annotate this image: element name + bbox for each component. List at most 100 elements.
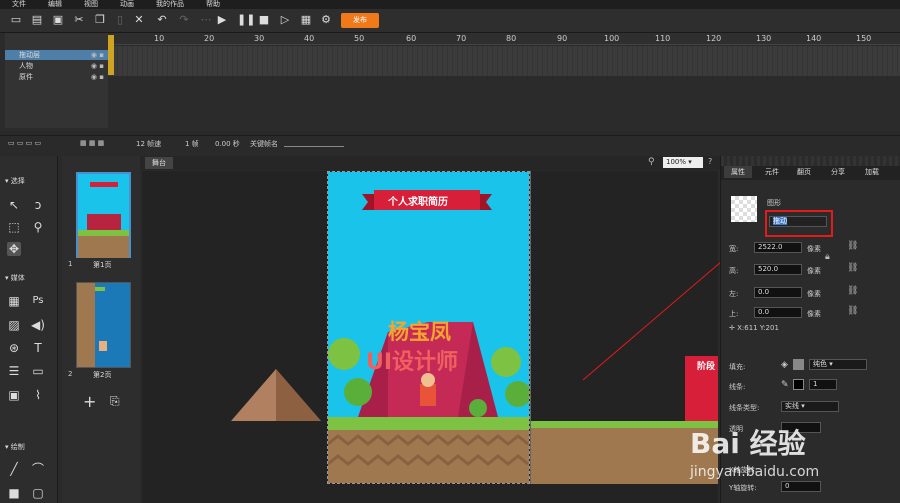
stop-icon[interactable]: ■: [258, 14, 270, 26]
layer-item[interactable]: 原件 ◉ ▪: [5, 72, 108, 82]
page-label: 第2页: [93, 371, 112, 379]
frame-tools-icon[interactable]: ▦ ▦ ▦: [80, 139, 104, 147]
grid-icon[interactable]: ▦: [7, 294, 21, 308]
more-icon[interactable]: ⋯: [200, 14, 212, 26]
stroke-width-input[interactable]: 1: [809, 379, 837, 390]
curve-tool-icon[interactable]: ⌒: [31, 462, 45, 476]
text-icon[interactable]: T: [31, 341, 45, 355]
link-icon[interactable]: ⛓: [847, 306, 858, 316]
zoom-search-icon[interactable]: ⚲: [31, 220, 45, 234]
menu-animation[interactable]: 动画: [120, 0, 134, 9]
pause-icon[interactable]: ❚❚: [237, 14, 255, 26]
code-icon[interactable]: ▣: [7, 388, 21, 402]
layer-item[interactable]: 拖动层 ◉ ▪: [5, 50, 108, 60]
qr-code-icon[interactable]: ▦: [300, 14, 312, 26]
fill-type-select[interactable]: 纯色 ▾: [809, 359, 867, 370]
select-section-title: ▾ 选择: [5, 177, 25, 185]
rounded-rect-icon[interactable]: ▢: [31, 486, 45, 500]
width-input[interactable]: 2522.0: [754, 242, 802, 253]
new-file-icon[interactable]: ▭: [10, 14, 22, 26]
zoom-value: 100%: [666, 158, 687, 166]
eye-lock-icon[interactable]: ◉ ▪: [91, 50, 104, 60]
delete-icon[interactable]: ✕: [133, 14, 145, 26]
publish-button[interactable]: 发布: [341, 13, 379, 28]
image-icon[interactable]: ▨: [7, 318, 21, 332]
keyframe-name-input[interactable]: [284, 146, 344, 147]
lasso-icon[interactable]: ↄ: [31, 198, 45, 212]
timeline-status-bar: ▭ ▭ ▭ ▭ ▦ ▦ ▦ 12 帧速 1 帧 0.00 秒 关键帧名: [0, 135, 900, 150]
tab-page-turn[interactable]: 翻页: [790, 166, 818, 178]
tab-components[interactable]: 元件: [758, 166, 786, 178]
photoshop-icon[interactable]: Ps: [31, 294, 45, 308]
settings-icon[interactable]: ⚙: [320, 14, 332, 26]
link-icon[interactable]: ⛓: [847, 286, 858, 296]
menu-view[interactable]: 视图: [84, 0, 98, 9]
top-input[interactable]: 0.0: [754, 307, 802, 318]
page-thumbnail-1[interactable]: [76, 172, 131, 258]
paste-icon[interactable]: ▯: [114, 14, 126, 26]
link-icon[interactable]: ⛓: [847, 241, 858, 251]
rect-tool-icon[interactable]: ■: [7, 486, 21, 500]
playhead[interactable]: [108, 35, 114, 75]
menu-bar: 文件 编辑 视图 动画 我的作品 帮助: [0, 0, 900, 9]
sound-icon[interactable]: ◀): [31, 318, 45, 332]
undo-icon[interactable]: ↶: [156, 14, 168, 26]
aspect-lock-icon[interactable]: 🔒︎: [825, 252, 830, 262]
left-input[interactable]: 0.0: [754, 287, 802, 298]
menu-file[interactable]: 文件: [12, 0, 26, 9]
play-icon[interactable]: ▶: [216, 14, 228, 26]
copy-icon[interactable]: ❐: [94, 14, 106, 26]
arrow-select-icon[interactable]: ↖: [7, 198, 21, 212]
ruler-tick: 150: [856, 34, 872, 43]
cut-icon[interactable]: ✂: [73, 14, 85, 26]
eye-lock-icon[interactable]: ◉ ▪: [91, 72, 104, 82]
open-file-icon[interactable]: ▤: [31, 14, 43, 26]
video-icon[interactable]: ⊛: [7, 341, 21, 355]
hand-icon[interactable]: ✥: [7, 242, 21, 256]
fill-type-value: 纯色: [813, 360, 827, 368]
add-page-icon[interactable]: +: [83, 392, 96, 411]
eye-lock-icon[interactable]: ◉ ▪: [91, 61, 104, 71]
y-rotation-input[interactable]: 0: [781, 481, 821, 492]
fill-color-swatch[interactable]: [793, 359, 804, 370]
tab-loading[interactable]: 加载: [858, 166, 886, 178]
tab-properties[interactable]: 属性: [724, 166, 752, 178]
stage-tab[interactable]: 舞台: [145, 157, 173, 169]
zoom-select[interactable]: 100% ▾: [663, 157, 703, 168]
height-input[interactable]: 520.0: [754, 264, 802, 275]
top-unit: 像素: [807, 310, 821, 318]
import-page-icon[interactable]: ⎘: [110, 394, 120, 409]
marquee-icon[interactable]: ⬚: [7, 220, 21, 234]
menu-help[interactable]: 帮助: [206, 0, 220, 9]
timeline-ruler[interactable]: 10 20 30 40 50 60 70 80 90 100 110 120 1…: [108, 33, 900, 45]
line-tool-icon[interactable]: ╱: [7, 462, 21, 476]
screen-icon[interactable]: ▭: [31, 364, 45, 378]
element-name-input[interactable]: 拖动: [769, 216, 827, 227]
layer-item[interactable]: 人物 ◉ ▪: [5, 61, 108, 71]
panel-grip[interactable]: [721, 156, 900, 166]
height-unit: 像素: [807, 267, 821, 275]
keyframe-name-label: 关键帧名: [250, 140, 278, 148]
preview-icon[interactable]: ▷: [279, 14, 291, 26]
list-icon[interactable]: ☰: [7, 364, 21, 378]
menu-edit[interactable]: 编辑: [48, 0, 62, 9]
page-thumbnail-2[interactable]: [76, 282, 131, 368]
pen-icon[interactable]: ✎: [781, 380, 789, 390]
canvas-page[interactable]: 个人求职简历 杨宝凤 UI设计师: [327, 171, 530, 484]
stroke-type-select[interactable]: 实线 ▾: [781, 401, 839, 412]
name-text: 杨宝凤: [388, 320, 451, 344]
menu-my-works[interactable]: 我的作品: [156, 0, 184, 9]
stroke-color-swatch[interactable]: [793, 379, 804, 390]
frame-grid[interactable]: [108, 46, 900, 76]
chart-icon[interactable]: ⌇: [31, 388, 45, 402]
save-icon[interactable]: ▣: [52, 14, 64, 26]
ruler-tick: 10: [154, 34, 165, 43]
paint-bucket-icon[interactable]: ◈: [781, 360, 788, 370]
pages-panel: 1 第1页 2 第2页 + ⎘: [62, 156, 140, 503]
add-layer-icon[interactable]: ▭ ▭ ▭ ▭: [8, 139, 41, 147]
link-icon[interactable]: ⛓: [847, 263, 858, 273]
help-icon[interactable]: ?: [708, 157, 712, 166]
guide-line[interactable]: [530, 171, 531, 484]
tab-share[interactable]: 分享: [824, 166, 852, 178]
redo-icon[interactable]: ↷: [178, 14, 190, 26]
